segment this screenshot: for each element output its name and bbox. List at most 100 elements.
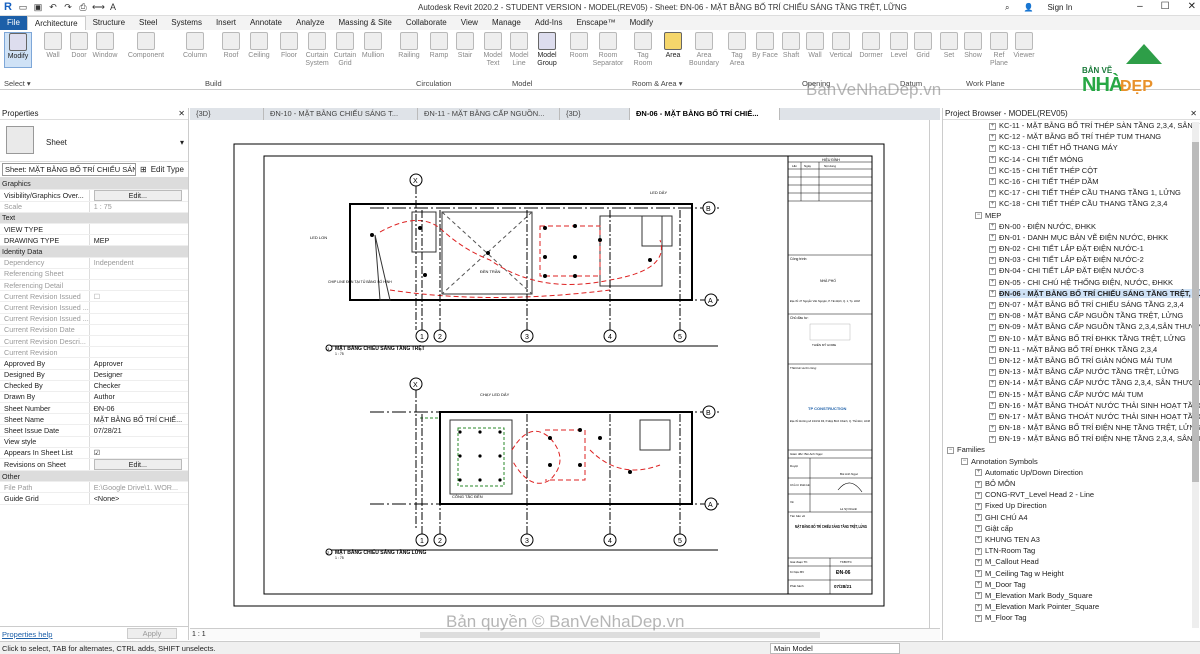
- group-select[interactable]: Select ▾: [4, 79, 31, 88]
- expand-icon[interactable]: +: [975, 558, 982, 566]
- apply-button[interactable]: Apply: [127, 628, 177, 639]
- expand-icon[interactable]: +: [975, 581, 982, 589]
- browser-item-label[interactable]: M_Door Tag: [985, 580, 1026, 589]
- tab-enscape[interactable]: Enscape™: [569, 16, 622, 30]
- ref-plane-tool[interactable]: Ref Plane: [986, 32, 1012, 68]
- instance-dropdown[interactable]: Sheet: MẶT BẰNG BỐ TRÍ CHIẾU SÁN: [2, 163, 136, 176]
- stair-tool[interactable]: Stair: [452, 32, 478, 60]
- browser-item-label[interactable]: KHUNG TEN A3: [985, 535, 1040, 544]
- close-icon[interactable]: ✕: [178, 108, 185, 120]
- property-section[interactable]: Other: [0, 470, 188, 483]
- browser-item-label[interactable]: ĐN-08 - MẶT BẰNG CẤP NGUỒN TẦNG TRỆT, LỬ…: [999, 311, 1183, 320]
- tab-insert[interactable]: Insert: [209, 16, 243, 30]
- browser-item-label[interactable]: ĐN-19 - MẶT BẰNG BỐ TRÍ ĐIỆN NHẸ TẦNG 2,…: [999, 434, 1200, 443]
- vertical-tool[interactable]: Vertical: [826, 32, 856, 60]
- expand-icon[interactable]: +: [989, 223, 996, 231]
- tab-modify[interactable]: Modify: [623, 16, 661, 30]
- expand-icon[interactable]: +: [975, 514, 982, 522]
- view-tab[interactable]: {3D}: [190, 108, 264, 120]
- model-line-tool[interactable]: Model Line: [506, 32, 532, 68]
- browser-item-label[interactable]: ĐN-03 - CHI TIẾT LẮP ĐẶT ĐIỆN NƯỚC-2: [999, 255, 1144, 264]
- browser-item[interactable]: + ĐN-13 - MẶT BẰNG CẤP NƯỚC TẦNG TRỆT, LỬ…: [943, 366, 1200, 377]
- dormer-tool[interactable]: Dormer: [856, 32, 886, 60]
- property-value[interactable]: Edit...: [89, 189, 188, 202]
- open-icon[interactable]: ▭: [17, 1, 29, 13]
- sheet-drawing[interactable]: LED LON LED DÂY ĐÈN TRẦN CHIP LINE ĐÈN T…: [190, 120, 930, 628]
- browser-item-label[interactable]: KC-11 - MẶT BẰNG BỐ TRÍ THÉP SÀN TẦNG 2,…: [999, 121, 1200, 130]
- browser-item-label[interactable]: Annotation Symbols: [971, 457, 1038, 466]
- browser-item-label[interactable]: M_Callout Head: [985, 557, 1039, 566]
- browser-item[interactable]: + Giật cấp: [943, 523, 1200, 534]
- expand-icon[interactable]: +: [975, 480, 982, 488]
- browser-item-label[interactable]: ĐN-07 - MẶT BẰNG BỐ TRÍ CHIẾU SÁNG TẦNG …: [999, 300, 1184, 309]
- property-value[interactable]: [89, 223, 188, 236]
- browser-item-label[interactable]: ĐN-01 - DANH MỤC BẢN VẼ ĐIỆN NƯỚC, ĐHKK: [999, 233, 1168, 242]
- ramp-tool[interactable]: Ramp: [426, 32, 452, 60]
- expand-icon[interactable]: +: [989, 167, 996, 175]
- by-face-tool[interactable]: By Face: [752, 32, 778, 60]
- browser-item[interactable]: − MEP: [943, 210, 1200, 221]
- expand-icon[interactable]: +: [989, 156, 996, 164]
- expand-icon[interactable]: +: [989, 234, 996, 242]
- search-icon[interactable]: ⌕: [1005, 3, 1009, 13]
- browser-item[interactable]: + ĐN-01 - DANH MỤC BẢN VẼ ĐIỆN NƯỚC, ĐHKK: [943, 232, 1200, 243]
- browser-item-label[interactable]: KC-17 - CHI TIẾT THÉP CẦU THANG TẦNG 1, …: [999, 188, 1181, 197]
- tab-systems[interactable]: Systems: [164, 16, 209, 30]
- viewer-tool[interactable]: Viewer: [1010, 32, 1038, 60]
- property-value[interactable]: [89, 436, 188, 448]
- expand-icon[interactable]: +: [989, 357, 996, 365]
- model-group-tool[interactable]: Model Group: [534, 32, 560, 68]
- room-tool[interactable]: Room: [566, 32, 592, 60]
- property-value[interactable]: Edit...: [89, 458, 188, 471]
- expand-icon[interactable]: +: [989, 301, 996, 309]
- tab-massing-site[interactable]: Massing & Site: [331, 16, 398, 30]
- expand-icon[interactable]: +: [989, 379, 996, 387]
- measure-icon[interactable]: ⟷: [92, 1, 105, 13]
- browser-item-label[interactable]: LTN-Room Tag: [985, 546, 1035, 555]
- expand-icon[interactable]: +: [989, 346, 996, 354]
- text-icon[interactable]: A: [107, 1, 119, 13]
- expand-icon[interactable]: +: [975, 491, 982, 499]
- browser-item[interactable]: + Automatic Up/Down Direction: [943, 467, 1200, 478]
- expand-icon[interactable]: +: [989, 178, 996, 186]
- browser-item[interactable]: + KC-18 - CHI TIẾT THÉP CẦU THANG TẦNG 2,…: [943, 198, 1200, 209]
- browser-item-label[interactable]: ĐN-11 - MẶT BẰNG BỐ TRÍ ĐHKK TẦNG 2,3,4: [999, 345, 1157, 354]
- expand-icon[interactable]: +: [989, 391, 996, 399]
- browser-item[interactable]: + M_Elevation Mark Body_Square: [943, 590, 1200, 601]
- property-value[interactable]: Author: [89, 391, 188, 404]
- type-selector[interactable]: Sheet ▾: [0, 120, 188, 162]
- window-tool[interactable]: Window: [92, 32, 118, 60]
- browser-item-label[interactable]: Fixed Up Direction: [985, 501, 1047, 510]
- edit-button[interactable]: Edit...: [93, 459, 182, 470]
- browser-item-label[interactable]: Giật cấp: [985, 524, 1013, 533]
- collapse-icon[interactable]: −: [975, 212, 982, 220]
- browser-item[interactable]: + ĐN-10 - MẶT BẰNG BỐ TRÍ ĐHKK TẦNG TRỆT,…: [943, 333, 1200, 344]
- tag-room-tool[interactable]: Tag Room: [630, 32, 656, 68]
- curtain-system-tool[interactable]: Curtain System: [304, 32, 330, 68]
- browser-item[interactable]: + M_Callout Head: [943, 556, 1200, 567]
- expand-icon[interactable]: +: [989, 189, 996, 197]
- browser-item[interactable]: + ĐN-09 - MẶT BẰNG CẤP NGUỒN TẦNG 2,3,4,S…: [943, 321, 1200, 332]
- tab-add-ins[interactable]: Add-Ins: [528, 16, 570, 30]
- expand-icon[interactable]: +: [989, 368, 996, 376]
- browser-item-label[interactable]: M_Elevation Mark Pointer_Square: [985, 602, 1099, 611]
- tab-steel[interactable]: Steel: [132, 16, 164, 30]
- tab-structure[interactable]: Structure: [86, 16, 132, 30]
- expand-icon[interactable]: +: [975, 547, 982, 555]
- browser-item[interactable]: + ĐN-07 - MẶT BẰNG BỐ TRÍ CHIẾU SÁNG TẦNG…: [943, 299, 1200, 310]
- collapse-icon[interactable]: −: [961, 458, 968, 466]
- chevron-down-icon[interactable]: ▾: [180, 138, 184, 147]
- properties-help-link[interactable]: Properties help: [2, 630, 52, 639]
- browser-item-label[interactable]: ĐN-14 - MẶT BẰNG CẤP NƯỚC TẦNG 2,3,4, SÂ…: [999, 378, 1200, 387]
- door-tool[interactable]: Door: [66, 32, 92, 60]
- browser-item[interactable]: + GHI CHÚ A4: [943, 512, 1200, 523]
- section-label[interactable]: Identity Data: [0, 245, 188, 258]
- browser-item-label[interactable]: KC-14 - CHI TIẾT MÓNG: [999, 155, 1083, 164]
- expand-icon[interactable]: +: [975, 525, 982, 533]
- property-value[interactable]: Checker: [89, 380, 188, 392]
- view-tab[interactable]: ĐN-10 - MẶT BẰNG CHIẾU SÁNG T...: [264, 108, 418, 120]
- browser-item[interactable]: + ĐN-15 - MẶT BẰNG CẤP NƯỚC MÁI TUM: [943, 389, 1200, 400]
- browser-item-label[interactable]: Families: [957, 445, 985, 454]
- browser-item[interactable]: + ĐN-12 - MẶT BẰNG BỐ TRÍ GIÀN NÓNG MÁI T…: [943, 355, 1200, 366]
- tab-manage[interactable]: Manage: [485, 16, 528, 30]
